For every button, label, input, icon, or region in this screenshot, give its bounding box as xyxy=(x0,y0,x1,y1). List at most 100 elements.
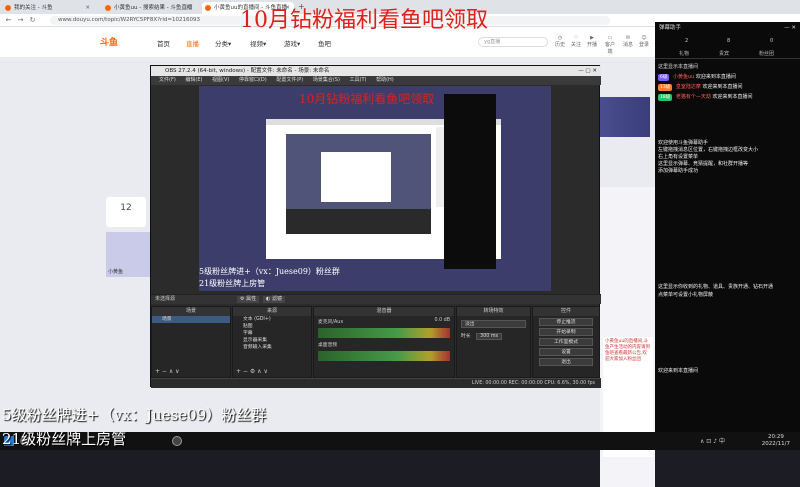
login-icon[interactable]: ☺ 登录 xyxy=(638,35,650,48)
duration-input[interactable]: 300 ms xyxy=(476,333,502,340)
duration-label: 时长 xyxy=(461,334,471,339)
mixer-db-value: 0.0 dB xyxy=(434,318,451,323)
volume-meter[interactable] xyxy=(318,351,450,361)
system-clock[interactable]: 20:29 2022/11/7 xyxy=(762,434,790,448)
tab-vip[interactable]: 贵宾 xyxy=(719,49,729,59)
client-icon[interactable]: ▭ 客户端 xyxy=(604,35,616,55)
overlay-bottom-caption: 5级粉丝牌进+（vx：Juese09）粉丝群 xyxy=(2,406,267,424)
scene-item[interactable]: 场景 xyxy=(152,316,230,323)
user-name[interactable]: 老猫有个—天劫 xyxy=(676,94,711,100)
panel-tip: 左键拖拽消息区位置，右键拖拽边框改变大小 xyxy=(658,147,759,153)
entry-text: 欢迎来到本直播间 xyxy=(712,94,753,100)
preview-top-caption: 10月钻粉福利看鱼吧领取 xyxy=(299,92,435,106)
menu-scene-collection[interactable]: 场景集合(S) xyxy=(313,77,340,83)
user-name[interactable]: 皇室陆达摩 xyxy=(676,84,701,90)
stat-value: 8 xyxy=(727,38,731,44)
source-item[interactable]: 字幕 xyxy=(233,330,311,337)
stat-value: 0 xyxy=(770,38,774,44)
broadcast-icon[interactable]: ▶ 开播 xyxy=(586,35,598,48)
back-icon[interactable]: ← xyxy=(4,16,13,25)
dock-title: 混音器 xyxy=(314,307,454,316)
overlay-top-caption: 10月钻粉福利看鱼吧领取 xyxy=(240,8,488,33)
danmu-entry: 6级 小黄鱼uu 欢迎来到本直播间 xyxy=(658,74,798,81)
nav-category[interactable]: 分类▾ xyxy=(215,38,231,48)
dock-title: 转场特效 xyxy=(457,307,530,316)
window-controls-icon[interactable]: — ▢ ✕ xyxy=(578,66,597,76)
nav-video[interactable]: 视频▾ xyxy=(250,38,266,48)
volume-meter[interactable] xyxy=(318,328,450,338)
stat-value: 2 xyxy=(685,38,689,44)
obs-window: OBS 27.2.4 (64-bit, windows) - 配置文件: 未命名… xyxy=(150,65,601,388)
menu-file[interactable]: 文件(F) xyxy=(159,77,176,83)
nav-live[interactable]: 直播 xyxy=(186,38,199,48)
source-item[interactable]: 显示器采集 xyxy=(233,337,311,344)
source-item[interactable]: 文本 (GDI+) xyxy=(233,316,311,323)
tray-icons[interactable]: ∧ ⊡ ♪ 中 xyxy=(700,436,725,445)
nav-home[interactable]: 首页 xyxy=(157,38,170,48)
preview-nested-browser xyxy=(321,152,391,202)
mixer-track-label: 麦克风/Aux xyxy=(318,320,344,325)
history-icon[interactable]: ◷ 历史 xyxy=(554,35,566,48)
level-badge: 6级 xyxy=(658,74,670,81)
nav-yuba[interactable]: 鱼吧 xyxy=(318,38,331,48)
preview-nested-obs xyxy=(286,134,431,234)
close-icon[interactable]: ✕ xyxy=(85,2,90,14)
studio-mode-button[interactable]: 工作室模式 xyxy=(539,338,593,346)
entry-text: 欢迎来到本直播间 xyxy=(695,74,736,80)
dock-title: 控件 xyxy=(533,307,599,316)
menu-help[interactable]: 帮助(H) xyxy=(376,77,394,83)
source-add-remove-icon[interactable]: + − ⚙ ∧ ∨ xyxy=(236,368,268,375)
panel-controls-icon[interactable]: — ✕ xyxy=(784,22,796,34)
danmu-helper-panel: 弹幕助手 — ✕ 2 8 0 礼物 贵宾 粉丝团 这里显示本直播间 6级 小黄鱼… xyxy=(655,22,800,432)
menu-profile[interactable]: 配置文件(P) xyxy=(276,77,303,83)
scene-add-remove-icon[interactable]: + − ∧ ∨ xyxy=(155,368,180,375)
level-badge: 13级 xyxy=(658,84,673,91)
obs-taskbar-icon[interactable] xyxy=(172,436,182,446)
danmu-entry: 13级 皇室陆达摩 欢迎来到本直播间 xyxy=(658,84,798,91)
browser-tab[interactable]: 我的关注 - 斗鱼 ✕ xyxy=(2,2,94,14)
panel-tip: 点菜单可设置小礼物屏蔽 xyxy=(658,292,714,298)
message-icon[interactable]: ✉ 消息 xyxy=(622,35,634,48)
nav-game[interactable]: 游戏▾ xyxy=(284,38,300,48)
start-recording-button[interactable]: 开始录制 xyxy=(539,328,593,336)
obs-preview[interactable]: 10月钻粉福利看鱼吧领取 5级粉丝牌进+（vx：Juese09）粉丝群 21级粉… xyxy=(199,86,551,291)
close-icon[interactable]: ✕ xyxy=(185,2,190,14)
panel-tip: 欢迎使用斗鱼弹幕助手 xyxy=(658,140,709,146)
follow-icon[interactable]: ♡ 关注 xyxy=(570,35,582,48)
menu-edit[interactable]: 编辑(E) xyxy=(185,77,202,83)
panel-title-text: 弹幕助手 xyxy=(659,25,682,31)
panel-tip: 添加弹幕助手成功 xyxy=(658,168,699,174)
menu-view[interactable]: 视图(V) xyxy=(212,77,229,83)
mixer-track-label: 桌面音频 xyxy=(318,343,338,348)
source-item[interactable]: 贴图 xyxy=(233,323,311,330)
tab-label: 我的关注 - 斗鱼 xyxy=(14,5,53,11)
tab-fanclub[interactable]: 粉丝团 xyxy=(759,49,774,59)
panel-title: 弹幕助手 — ✕ xyxy=(655,22,800,34)
filters-button[interactable]: ◐ 滤镜 xyxy=(263,296,285,303)
site-search-input[interactable]: yg直播 xyxy=(478,37,548,47)
reload-icon[interactable]: ↻ xyxy=(28,16,37,25)
panel-bottom-tip: 欢迎来到本直播间 xyxy=(658,368,699,374)
source-item[interactable]: 音频输入采集 xyxy=(233,344,311,351)
browser-tab[interactable]: 小黄鱼uu - 搜索结果 - 斗鱼直播 ✕ xyxy=(102,2,194,14)
sources-dock: 来源 文本 (GDI+) 贴图 字幕 显示器采集 音频输入采集 + − ⚙ ∧ … xyxy=(232,306,312,378)
panel-tabs: 礼物 贵宾 粉丝团 xyxy=(655,49,800,59)
settings-button[interactable]: 设置 xyxy=(539,348,593,356)
properties-button[interactable]: ⚙ 属性 xyxy=(237,296,260,303)
tab-gifts[interactable]: 礼物 xyxy=(679,49,689,59)
douyu-favicon-icon xyxy=(105,5,111,11)
user-name[interactable]: 小黄鱼uu xyxy=(673,74,694,80)
forward-icon[interactable]: → xyxy=(16,16,25,25)
menu-docks[interactable]: 停靠窗口(D) xyxy=(239,77,267,83)
obs-menu-bar: 文件(F) 编辑(E) 视图(V) 停靠窗口(D) 配置文件(P) 场景集合(S… xyxy=(151,76,601,85)
room-thumbnail[interactable]: 小黄鱼 xyxy=(106,232,154,277)
obs-status-bar: LIVE: 00:00:00 REC: 00:00:00 CPU: 6.6%, … xyxy=(151,378,601,388)
stop-streaming-button[interactable]: 停止推流 xyxy=(539,318,593,326)
transitions-dock: 转场特效 淡出 时长 300 ms xyxy=(456,306,531,378)
exit-button[interactable]: 退出 xyxy=(539,358,593,366)
level-badge: 18级 xyxy=(658,94,673,101)
site-logo[interactable]: 斗鱼 xyxy=(100,35,118,48)
transition-select[interactable]: 淡出 xyxy=(461,320,526,328)
no-source-label: 未选择源 xyxy=(155,296,176,302)
menu-tools[interactable]: 工具(T) xyxy=(350,77,367,83)
